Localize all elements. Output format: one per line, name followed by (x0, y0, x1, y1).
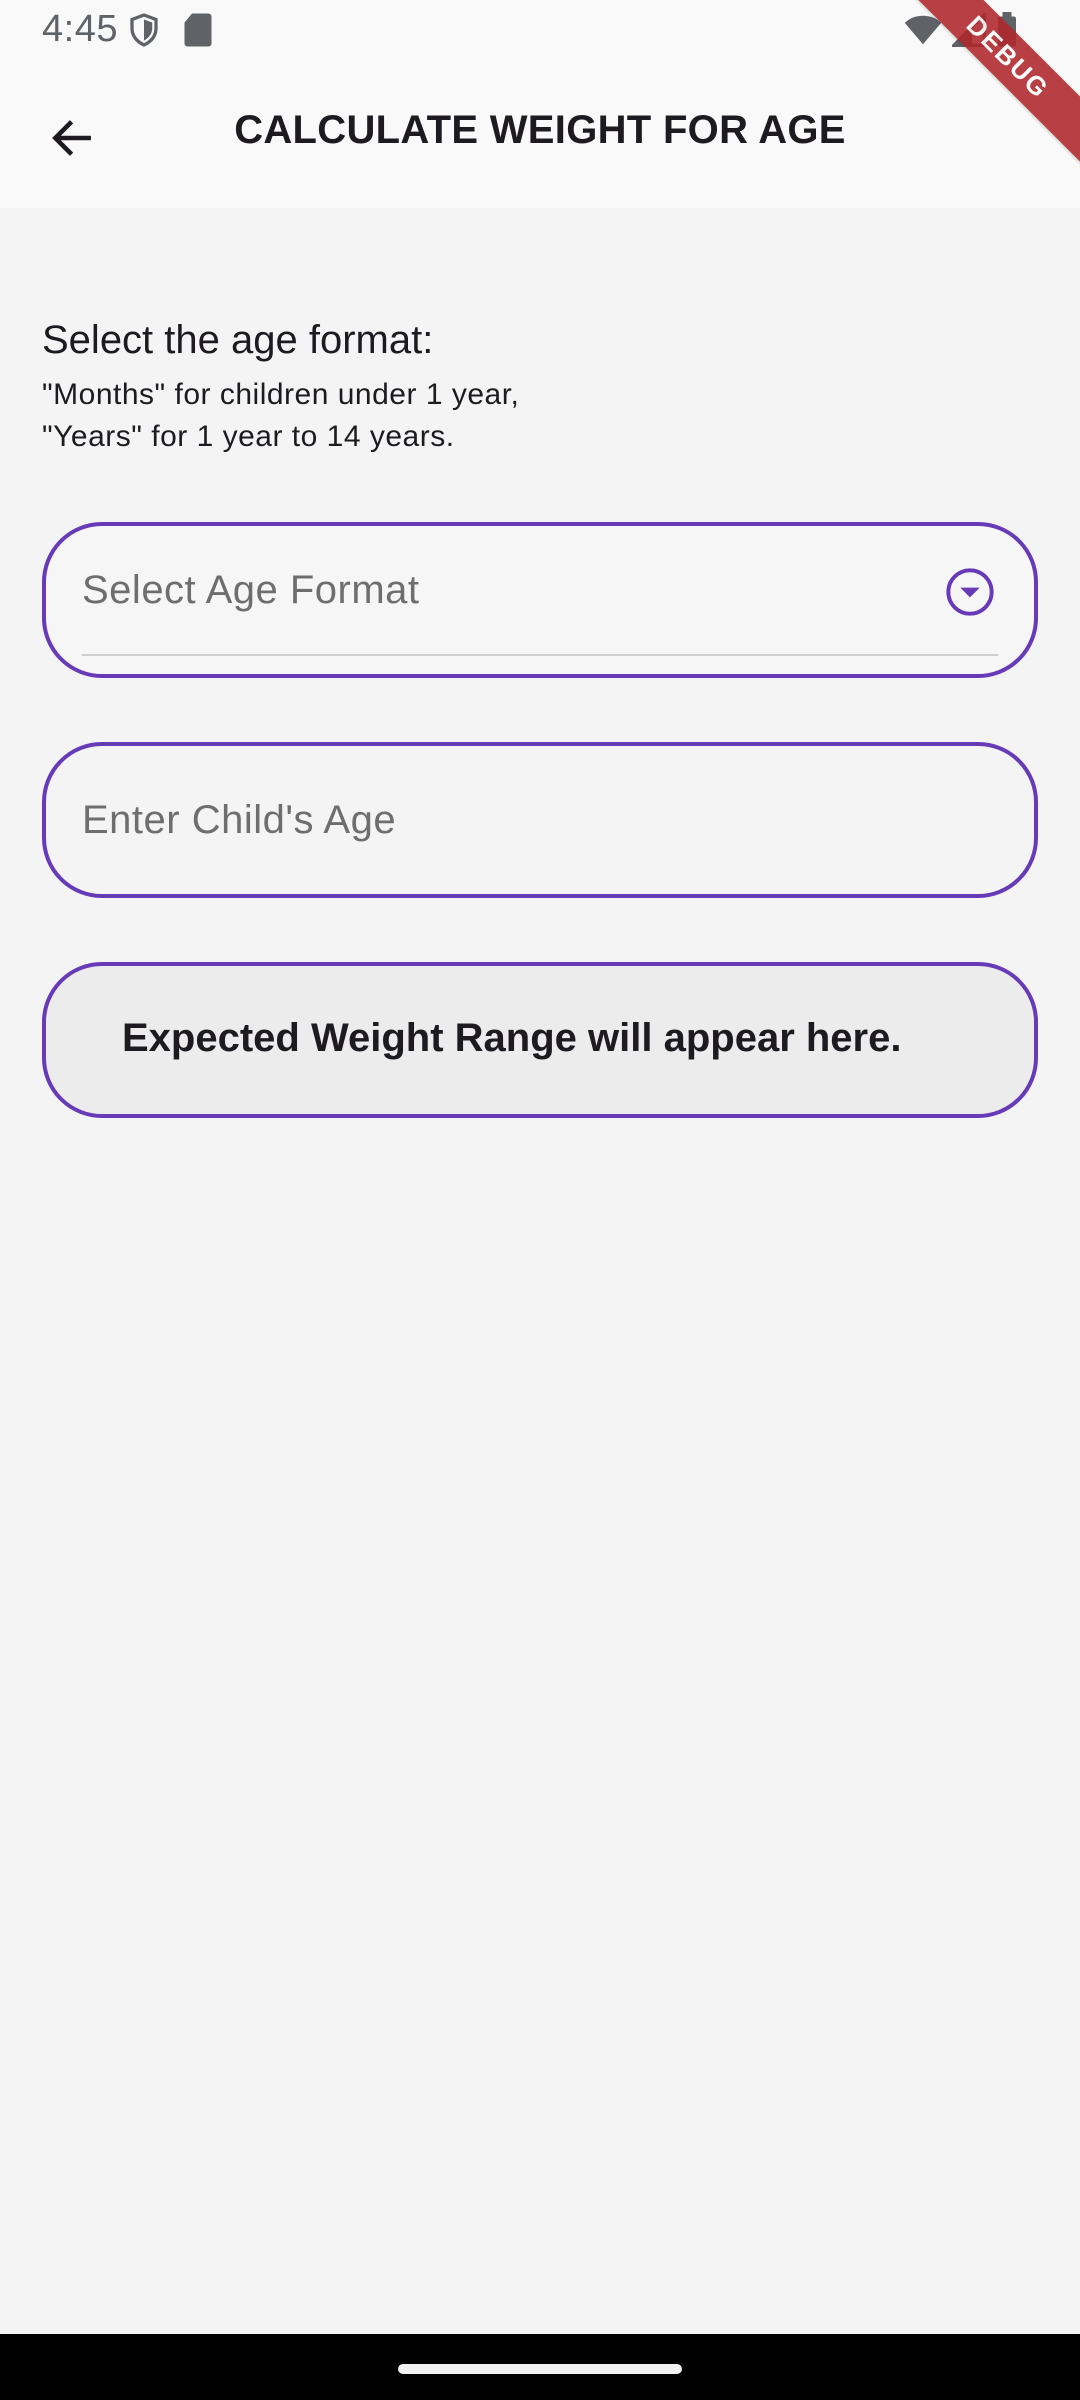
age-format-dropdown[interactable]: Select Age Format (42, 522, 1038, 678)
page-title: CALCULATE WEIGHT FOR AGE (234, 108, 846, 152)
wifi-icon (904, 13, 942, 52)
shield-icon (126, 12, 162, 53)
app-bar: CALCULATE WEIGHT FOR AGE (0, 62, 1080, 208)
child-age-input[interactable]: Enter Child's Age (42, 742, 1038, 898)
age-input-placeholder: Enter Child's Age (82, 798, 397, 842)
status-time: 4:45 (42, 8, 118, 50)
instruction-heading: Select the age format: (42, 318, 434, 362)
instruction-line-years: "Years" for 1 year to 14 years. (42, 420, 455, 453)
home-gesture-handle[interactable] (398, 2364, 682, 2374)
sd-card-icon (182, 12, 214, 53)
dropdown-underline (82, 654, 998, 656)
result-text: Expected Weight Range will appear here. (122, 1016, 902, 1060)
status-bar: 4:45 (0, 0, 1080, 62)
status-left-icons (126, 12, 214, 53)
dropdown-placeholder: Select Age Format (82, 568, 420, 612)
arrow-drop-down-circle-icon[interactable] (944, 566, 996, 618)
instruction-body: "Months" for children under 1 year, "Yea… (42, 374, 519, 458)
system-nav-bar (0, 2334, 1080, 2400)
instruction-line-months: "Months" for children under 1 year, (42, 378, 520, 411)
weight-range-result: Expected Weight Range will appear here. (42, 962, 1038, 1118)
